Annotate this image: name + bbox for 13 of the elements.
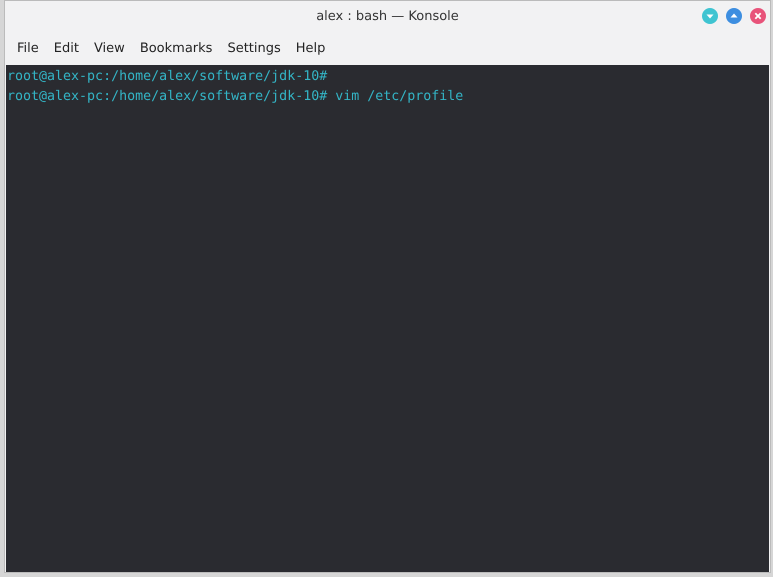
- menu-item[interactable]: Help: [290, 40, 332, 56]
- menu-item[interactable]: File: [11, 40, 45, 56]
- close-button[interactable]: [750, 8, 766, 24]
- window-title: alex : bash — Konsole: [316, 8, 459, 24]
- menu-item[interactable]: Edit: [48, 40, 85, 56]
- menu-item[interactable]: Settings: [221, 40, 287, 56]
- terminal-prompt: root@alex-pc:/home/alex/software/jdk-10#: [7, 68, 328, 86]
- maximize-button[interactable]: [726, 8, 742, 24]
- terminal-command: vim /etc/profile: [335, 88, 464, 106]
- minimize-button[interactable]: [702, 8, 718, 24]
- menu-item[interactable]: Bookmarks: [134, 40, 218, 56]
- menu-item[interactable]: View: [88, 40, 131, 56]
- terminal-prompt: root@alex-pc:/home/alex/software/jdk-10#: [7, 88, 328, 106]
